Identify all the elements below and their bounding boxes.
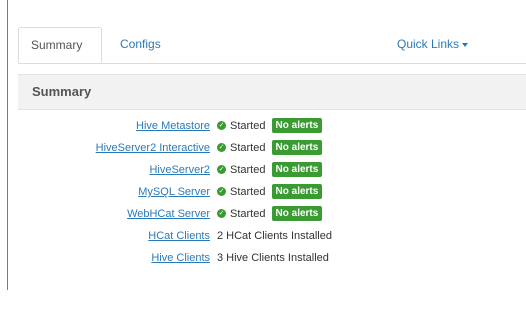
component-status: ✓ Started No alerts [217, 159, 323, 181]
component-row: MySQL Server ✓ Started No alerts [18, 181, 526, 203]
tab-bar: Summary Configs Quick Links [18, 27, 526, 64]
component-row: WebHCat Server ✓ Started No alerts [18, 203, 526, 225]
component-status: ✓ Started No alerts [217, 115, 323, 137]
client-row: HCat Clients 2 HCat Clients Installed [18, 225, 526, 247]
alerts-badge[interactable]: No alerts [271, 139, 323, 155]
tab-configs[interactable]: Configs [108, 27, 173, 63]
component-link-hive-metastore[interactable]: Hive Metastore [136, 115, 210, 137]
client-info: 3 Hive Clients Installed [217, 252, 329, 264]
component-row: HiveServer2 ✓ Started No alerts [18, 159, 526, 181]
component-link-webhcat-server[interactable]: WebHCat Server [127, 203, 210, 225]
service-summary-page: Summary Configs Quick Links Summary Hive… [0, 0, 526, 311]
check-circle-icon: ✓ [217, 120, 226, 130]
status-text: Started [230, 142, 266, 154]
component-row: Hive Metastore ✓ Started No alerts [18, 115, 526, 137]
component-status: ✓ Started No alerts [217, 181, 323, 203]
status-text: Started [230, 208, 266, 220]
alerts-badge[interactable]: No alerts [271, 183, 323, 199]
summary-panel: Summary Hive Metastore ✓ Started No alert… [18, 74, 526, 290]
caret-down-icon [462, 42, 469, 47]
component-link-hiveserver2[interactable]: HiveServer2 [149, 159, 210, 181]
alerts-badge[interactable]: No alerts [271, 205, 323, 221]
client-link-hcat-clients[interactable]: HCat Clients [148, 225, 210, 247]
quick-links-label: Quick Links [397, 37, 460, 51]
alerts-badge[interactable]: No alerts [271, 117, 323, 133]
panel-title: Summary [18, 75, 526, 110]
alerts-badge[interactable]: No alerts [271, 161, 323, 177]
component-link-mysql-server[interactable]: MySQL Server [138, 181, 210, 203]
component-status: ✓ Started No alerts [217, 137, 323, 159]
client-link-hive-clients[interactable]: Hive Clients [151, 247, 210, 269]
status-text: Started [230, 186, 266, 198]
check-circle-icon: ✓ [217, 208, 226, 218]
component-status: ✓ Started No alerts [217, 203, 323, 225]
client-info: 2 HCat Clients Installed [217, 230, 332, 242]
quick-links-dropdown[interactable]: Quick Links [397, 27, 469, 63]
tab-summary[interactable]: Summary [18, 27, 102, 63]
client-row: Hive Clients 3 Hive Clients Installed [18, 247, 526, 269]
left-border [7, 0, 8, 290]
check-circle-icon: ✓ [217, 142, 226, 152]
component-row: HiveServer2 Interactive ✓ Started No aler… [18, 137, 526, 159]
component-link-hiveserver2-interactive[interactable]: HiveServer2 Interactive [96, 137, 210, 159]
check-circle-icon: ✓ [217, 164, 226, 174]
check-circle-icon: ✓ [217, 186, 226, 196]
status-text: Started [230, 164, 266, 176]
status-text: Started [230, 120, 266, 132]
component-list: Hive Metastore ✓ Started No alerts HiveSe… [18, 115, 526, 269]
